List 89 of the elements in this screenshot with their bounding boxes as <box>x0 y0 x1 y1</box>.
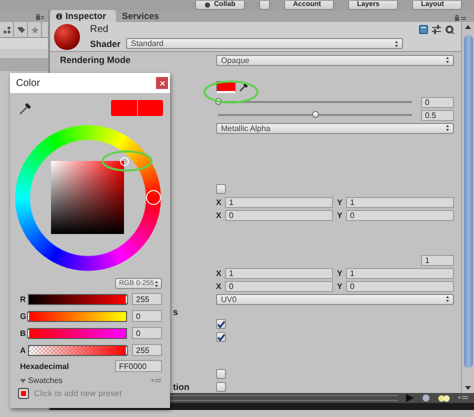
swatch-icon <box>21 391 26 396</box>
value-field[interactable]: 0 <box>346 280 454 292</box>
property-dropdown[interactable]: Opaque <box>216 54 454 66</box>
hex-label: Hexadecimal <box>20 362 69 370</box>
property-label: Rendering Mode <box>60 55 131 65</box>
axis-label: X <box>216 282 222 290</box>
info-icon <box>56 12 62 20</box>
value-field[interactable]: 1 <box>346 268 454 278</box>
value-field[interactable]: 0.5 <box>421 110 454 120</box>
axis-label: X <box>216 210 222 220</box>
updown-arrows-icon <box>155 280 158 286</box>
shader-label: Shader <box>90 38 120 48</box>
property-dropdown[interactable]: UV0 <box>216 294 454 304</box>
color-marker[interactable] <box>120 157 129 166</box>
window-title: Color <box>16 78 40 88</box>
value-field[interactable]: 1 <box>421 255 454 266</box>
axis-label: Y <box>337 282 343 290</box>
property-dropdown[interactable]: Metallic Alpha <box>216 122 454 134</box>
add-preset-button[interactable] <box>18 388 29 399</box>
checkbox[interactable] <box>216 369 226 379</box>
checkbox[interactable] <box>216 332 226 342</box>
dots-icon <box>438 394 450 402</box>
checkbox[interactable] <box>216 382 226 392</box>
channel-label: A <box>20 346 27 354</box>
close-icon <box>160 80 164 86</box>
axis-label: X <box>216 198 222 206</box>
channel-slider[interactable] <box>28 344 127 356</box>
value-field[interactable]: 0 <box>225 210 333 220</box>
star-icon <box>30 26 38 34</box>
checkbox[interactable] <box>216 319 226 329</box>
highlight-ellipse <box>101 150 153 172</box>
channel-value-field[interactable]: 255 <box>132 293 162 305</box>
sliders-icon <box>432 25 441 34</box>
material-sphere-icon <box>54 24 80 50</box>
panel-tab[interactable]: Services <box>116 10 182 22</box>
updown-arrows-icon <box>446 57 449 63</box>
highlight-ellipse <box>203 80 259 104</box>
toolbar-button[interactable] <box>259 1 270 10</box>
value-field[interactable]: 1 <box>225 268 333 278</box>
channel-value-field[interactable]: 255 <box>132 344 162 356</box>
value-field[interactable]: 1 <box>346 196 454 208</box>
close-button[interactable] <box>156 77 168 89</box>
checkbox[interactable] <box>216 184 226 194</box>
slider-thumb[interactable] <box>312 111 319 118</box>
tag-icon <box>16 26 24 34</box>
saturation-value-square[interactable] <box>51 161 124 234</box>
updown-arrows-icon <box>395 40 398 46</box>
nodes-icon <box>2 26 10 34</box>
up-arrow-icon <box>465 25 471 29</box>
channel-value-field[interactable]: 0 <box>132 327 162 339</box>
book-icon <box>419 25 428 34</box>
menu-icon <box>458 395 468 401</box>
preset-hint: Click to add new preset <box>34 389 122 398</box>
value-field[interactable]: 1 <box>225 196 333 208</box>
value-field[interactable]: 0 <box>346 210 454 220</box>
channel-slider[interactable] <box>28 328 127 338</box>
axis-label: Y <box>337 198 343 206</box>
axis-label: Y <box>337 210 343 220</box>
axis-label: Y <box>337 268 343 278</box>
value-field[interactable]: 0 <box>225 280 333 292</box>
lock-icon <box>454 14 466 21</box>
axis-label: X <box>216 268 222 278</box>
slider-handle[interactable] <box>124 346 128 354</box>
channel-label: R <box>20 294 27 304</box>
slider-handle[interactable] <box>27 328 30 338</box>
cloud-icon <box>204 2 211 8</box>
panel-tab[interactable]: Inspector <box>50 10 116 22</box>
hue-handle[interactable] <box>146 190 160 205</box>
material-name: Red <box>90 24 110 35</box>
down-arrow-icon <box>465 386 471 390</box>
channel-slider[interactable] <box>28 294 127 304</box>
swatches-header[interactable]: Swatches <box>28 376 63 385</box>
lock-icon <box>35 12 44 20</box>
channel-label: G <box>20 312 28 320</box>
channel-value-field[interactable]: 0 <box>132 310 162 322</box>
value-field[interactable]: 0 <box>421 96 454 108</box>
updown-arrows-icon <box>446 296 449 302</box>
slider-handle[interactable] <box>27 312 30 320</box>
sphere-icon <box>422 394 430 402</box>
property-label: tion <box>173 382 190 392</box>
channel-slider[interactable] <box>28 310 127 322</box>
shader-dropdown[interactable]: Standard <box>126 38 403 49</box>
menu-icon <box>151 378 161 384</box>
channel-label: B <box>20 328 27 338</box>
hex-field[interactable]: FF0000 <box>115 360 162 372</box>
slider-handle[interactable] <box>124 294 128 304</box>
property-label: s <box>173 306 178 316</box>
scrollbar[interactable] <box>461 22 474 393</box>
updown-arrows-icon <box>446 125 449 131</box>
